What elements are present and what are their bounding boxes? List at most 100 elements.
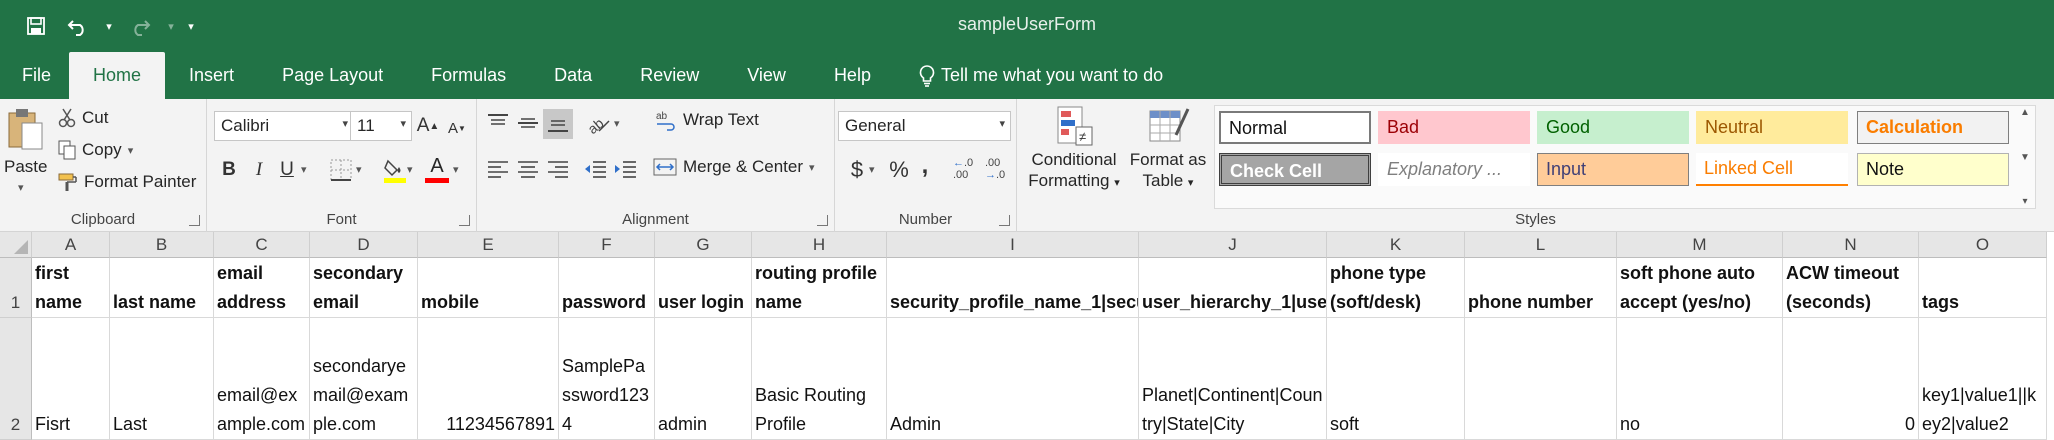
style-good[interactable]: Good xyxy=(1537,111,1689,144)
format-painter-button[interactable]: Format Painter xyxy=(58,172,196,192)
column-header[interactable]: K xyxy=(1327,232,1465,258)
tab-view[interactable]: View xyxy=(723,52,810,99)
fill-color-icon[interactable] xyxy=(383,157,407,190)
borders-dropdown-icon[interactable]: ▾ xyxy=(356,163,362,176)
style-normal[interactable]: Normal xyxy=(1219,111,1371,144)
number-launcher-icon[interactable] xyxy=(999,215,1010,226)
align-center-icon[interactable] xyxy=(517,159,539,184)
italic-button[interactable]: I xyxy=(245,156,273,184)
merge-center-dropdown-icon[interactable]: ▾ xyxy=(809,161,815,174)
style-check-cell[interactable]: Check Cell xyxy=(1219,153,1371,186)
underline-dropdown-icon[interactable]: ▾ xyxy=(301,163,307,176)
column-header[interactable]: G xyxy=(655,232,752,258)
cell[interactable]: user login xyxy=(655,258,752,318)
tab-data[interactable]: Data xyxy=(530,52,616,99)
cell[interactable] xyxy=(1465,318,1617,440)
column-header[interactable]: J xyxy=(1139,232,1327,258)
style-note[interactable]: Note xyxy=(1857,153,2009,186)
cell[interactable]: secondaryemail@example.com xyxy=(310,318,418,440)
style-neutral[interactable]: Neutral xyxy=(1696,111,1848,144)
comma-style-button[interactable]: , xyxy=(911,152,939,180)
cell[interactable]: 11234567891 xyxy=(418,318,559,440)
increase-indent-icon[interactable] xyxy=(613,159,637,184)
column-header[interactable]: N xyxy=(1783,232,1919,258)
top-align-icon[interactable] xyxy=(487,113,509,138)
paste-icon[interactable] xyxy=(6,107,46,153)
cell[interactable]: first name xyxy=(32,258,110,318)
align-right-icon[interactable] xyxy=(547,159,569,184)
cell[interactable]: Basic Routing Profile xyxy=(752,318,887,440)
style-calculation[interactable]: Calculation xyxy=(1857,111,2009,144)
column-header[interactable]: H xyxy=(752,232,887,258)
cell[interactable]: admin xyxy=(655,318,752,440)
tab-page-layout[interactable]: Page Layout xyxy=(258,52,407,99)
currency-dropdown-icon[interactable]: ▾ xyxy=(869,163,875,176)
decrease-font-size-icon[interactable]: A ▼ xyxy=(443,114,471,142)
cell[interactable]: email@example.com xyxy=(214,318,310,440)
align-left-icon[interactable] xyxy=(487,159,509,184)
cell[interactable]: soft xyxy=(1327,318,1465,440)
column-header[interactable]: O xyxy=(1919,232,2047,258)
copy-dropdown-icon[interactable]: ▾ xyxy=(128,144,134,157)
gallery-scroll-up-icon[interactable]: ▲ xyxy=(2020,107,2030,118)
number-format-select[interactable]: General ▾ xyxy=(838,111,1011,141)
cell[interactable]: user_hierarchy_1|user_hierarchy_2 xyxy=(1139,258,1327,318)
select-all-corner[interactable] xyxy=(0,232,32,258)
tab-help[interactable]: Help xyxy=(810,52,895,99)
copy-button[interactable]: Copy ▾ xyxy=(58,140,133,160)
cell[interactable]: mobile xyxy=(418,258,559,318)
cell[interactable]: security_profile_name_1|security_profile… xyxy=(887,258,1139,318)
font-name-select[interactable]: Calibri ▾ xyxy=(214,111,354,141)
orientation-icon[interactable]: ab xyxy=(584,113,611,140)
cell[interactable]: SamplePassword1234 xyxy=(559,318,655,440)
orientation-dropdown-icon[interactable]: ▾ xyxy=(614,117,620,130)
row-header[interactable]: 2 xyxy=(0,318,32,440)
clipboard-launcher-icon[interactable] xyxy=(189,215,200,226)
tab-review[interactable]: Review xyxy=(616,52,723,99)
font-size-select[interactable]: 11 ▾ xyxy=(350,111,412,141)
cell[interactable]: last name xyxy=(110,258,214,318)
cell[interactable]: soft phone auto accept (yes/no) xyxy=(1617,258,1783,318)
paste-dropdown-icon[interactable]: ▾ xyxy=(18,181,24,194)
column-header[interactable]: L xyxy=(1465,232,1617,258)
wrap-text-button[interactable]: ab Wrap Text xyxy=(655,109,759,131)
middle-align-icon[interactable] xyxy=(517,113,539,138)
font-launcher-icon[interactable] xyxy=(459,215,470,226)
column-header[interactable]: E xyxy=(418,232,559,258)
cell[interactable]: phone number xyxy=(1465,258,1617,318)
decrease-decimal-button[interactable]: .00 →.0 xyxy=(985,157,1005,181)
underline-button[interactable]: U xyxy=(273,156,301,184)
gallery-more-icon[interactable]: ▾ xyxy=(2022,196,2027,207)
currency-button[interactable]: $ xyxy=(843,156,871,184)
tab-file[interactable]: File xyxy=(12,52,69,99)
cut-button[interactable]: Cut xyxy=(58,108,108,128)
decrease-indent-icon[interactable] xyxy=(583,159,607,184)
bottom-align-icon[interactable] xyxy=(543,109,573,139)
cell[interactable]: no xyxy=(1617,318,1783,440)
alignment-launcher-icon[interactable] xyxy=(817,215,828,226)
gallery-scroll-down-icon[interactable]: ▼ xyxy=(2020,152,2030,163)
paste-button[interactable]: Paste xyxy=(4,157,47,177)
bold-button[interactable]: B xyxy=(215,156,243,184)
cell[interactable]: Fisrt xyxy=(32,318,110,440)
cell[interactable]: ACW timeout (seconds) xyxy=(1783,258,1919,318)
cell[interactable]: password xyxy=(559,258,655,318)
column-header[interactable]: B xyxy=(110,232,214,258)
column-header[interactable]: I xyxy=(887,232,1139,258)
row-header[interactable]: 1 xyxy=(0,258,32,318)
borders-icon[interactable] xyxy=(330,159,352,186)
tab-formulas[interactable]: Formulas xyxy=(407,52,530,99)
cell[interactable]: 0 xyxy=(1783,318,1919,440)
cell[interactable]: secondary email xyxy=(310,258,418,318)
column-header[interactable]: F xyxy=(559,232,655,258)
column-header[interactable]: C xyxy=(214,232,310,258)
cell[interactable]: phone type (soft/desk) xyxy=(1327,258,1465,318)
cell[interactable]: Planet|Continent|Country|State|City xyxy=(1139,318,1327,440)
column-header[interactable]: D xyxy=(310,232,418,258)
tab-home[interactable]: Home xyxy=(69,52,166,99)
tell-me-box[interactable]: Tell me what you want to do xyxy=(895,52,1187,99)
cell[interactable]: email address xyxy=(214,258,310,318)
cell[interactable]: key1|value1||key2|value2 xyxy=(1919,318,2047,440)
cell[interactable]: tags xyxy=(1919,258,2047,318)
fill-color-dropdown-icon[interactable]: ▾ xyxy=(407,163,413,176)
